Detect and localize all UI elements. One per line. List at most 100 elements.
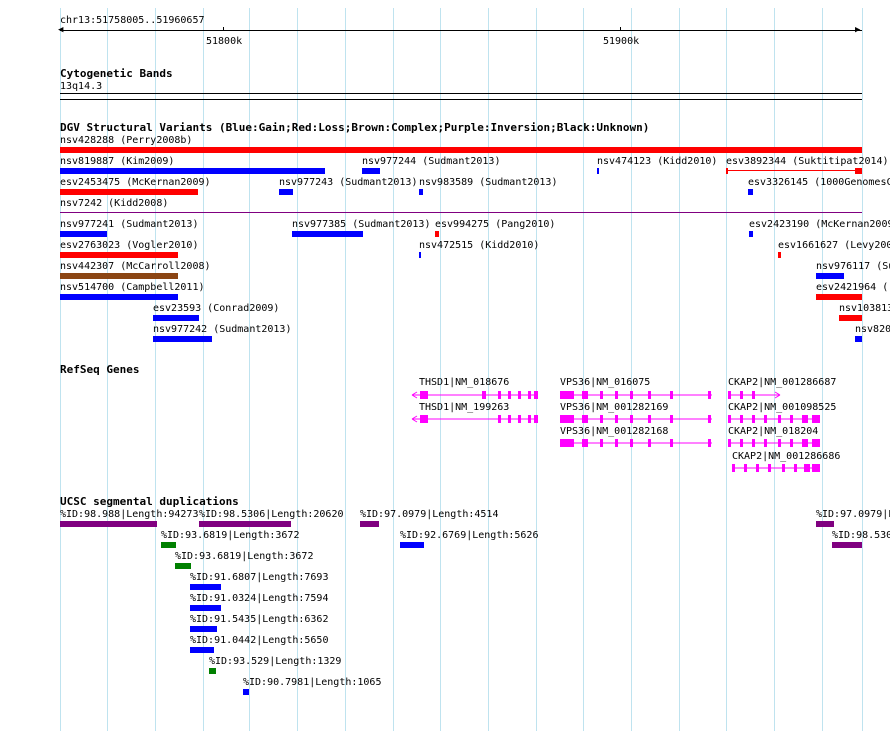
segdup-feature-label[interactable]: %ID:93.529|Length:1329: [209, 656, 341, 667]
refseq-track-title[interactable]: RefSeq Genes: [60, 364, 139, 376]
segdup-feature-label[interactable]: %ID:91.0442|Length:5650: [190, 635, 328, 646]
gene-label[interactable]: VPS36|NM_016075: [560, 377, 650, 388]
dgv-feature-label[interactable]: nsv472515 (Kidd2010): [419, 240, 539, 251]
dgv-feature-bar[interactable]: [855, 168, 862, 174]
segdup-feature-bar[interactable]: [60, 521, 157, 527]
dgv-feature-label[interactable]: nsv428288 (Perry2008b): [60, 135, 192, 146]
gene-model[interactable]: [560, 413, 715, 425]
segdup-feature-label[interactable]: %ID:90.7981|Length:1065: [243, 677, 381, 688]
dgv-feature-bar[interactable]: [60, 273, 178, 279]
gene-model[interactable]: [728, 389, 788, 401]
dgv-feature-label[interactable]: nsv514700 (Campbell2011): [60, 282, 205, 293]
dgv-feature-label[interactable]: nsv977241 (Sudmant2013): [60, 219, 198, 230]
segdup-feature-label[interactable]: %ID:97.0979|L: [816, 509, 890, 520]
segdup-track-title[interactable]: UCSC segmental duplications: [60, 496, 239, 508]
dgv-feature-bar[interactable]: [726, 168, 728, 174]
dgv-track-title[interactable]: DGV Structural Variants (Blue:Gain;Red:L…: [60, 122, 649, 134]
dgv-feature-bar[interactable]: [419, 189, 423, 195]
segdup-feature-label[interactable]: %ID:93.6819|Length:3672: [175, 551, 313, 562]
segdup-feature-bar[interactable]: [360, 521, 379, 527]
gene-label[interactable]: CKAP2|NM_001098525: [728, 402, 836, 413]
dgv-feature-label[interactable]: esv3326145 (1000GenomesC: [748, 177, 890, 188]
segdup-feature-bar[interactable]: [190, 626, 217, 632]
gene-model[interactable]: [560, 437, 715, 449]
gene-label[interactable]: VPS36|NM_001282168: [560, 426, 668, 437]
segdup-feature-bar[interactable]: [190, 647, 214, 653]
dgv-feature-bar[interactable]: [597, 168, 599, 174]
dgv-feature-bar[interactable]: [153, 315, 199, 321]
dgv-feature-label[interactable]: esv3892344 (Suktitipat2014): [726, 156, 889, 167]
segdup-feature-bar[interactable]: [816, 521, 834, 527]
dgv-feature-bar[interactable]: [816, 294, 862, 300]
dgv-feature-bar[interactable]: [816, 273, 844, 279]
dgv-feature-bar[interactable]: [60, 212, 862, 213]
gene-model[interactable]: [732, 462, 832, 474]
dgv-feature-label[interactable]: esv1661627 (Levy200: [778, 240, 890, 251]
dgv-feature-bar[interactable]: [292, 231, 363, 237]
dgv-feature-label[interactable]: nsv977243 (Sudmant2013): [279, 177, 417, 188]
dgv-feature-bar[interactable]: [855, 336, 862, 342]
gene-label[interactable]: VPS36|NM_001282169: [560, 402, 668, 413]
dgv-feature-bar[interactable]: [749, 231, 753, 237]
dgv-feature-label[interactable]: nsv820: [855, 324, 890, 335]
dgv-feature-label[interactable]: nsv977244 (Sudmant2013): [362, 156, 500, 167]
segdup-feature-label[interactable]: %ID:98.5306|Length:20620: [199, 509, 344, 520]
dgv-feature-bar[interactable]: [279, 189, 293, 195]
dgv-feature-label[interactable]: esv23593 (Conrad2009): [153, 303, 279, 314]
segdup-feature-bar[interactable]: [400, 542, 424, 548]
dgv-feature-label[interactable]: esv2421964 (: [816, 282, 888, 293]
segdup-feature-label[interactable]: %ID:92.6769|Length:5626: [400, 530, 538, 541]
dgv-feature-label[interactable]: esv994275 (Pang2010): [435, 219, 555, 230]
dgv-feature-bar[interactable]: [60, 147, 862, 153]
segdup-feature-label[interactable]: %ID:98.988|Length:94273: [60, 509, 198, 520]
segdup-feature-label[interactable]: %ID:97.0979|Length:4514: [360, 509, 498, 520]
dgv-feature-label[interactable]: esv2763023 (Vogler2010): [60, 240, 198, 251]
segdup-feature-bar[interactable]: [190, 605, 221, 611]
gene-model[interactable]: [411, 389, 542, 401]
dgv-feature-bar[interactable]: [153, 336, 212, 342]
cytoband-track-title[interactable]: Cytogenetic Bands: [60, 68, 173, 80]
segdup-feature-bar[interactable]: [190, 584, 221, 590]
dgv-feature-label[interactable]: esv2423190 (McKernan2009: [749, 219, 890, 230]
dgv-feature-label[interactable]: nsv442307 (McCarroll2008): [60, 261, 211, 272]
scroll-left-icon[interactable]: ◀: [58, 26, 63, 35]
gene-label[interactable]: THSD1|NM_199263: [419, 402, 509, 413]
dgv-feature-bar[interactable]: [419, 252, 421, 258]
dgv-feature-bar[interactable]: [435, 231, 439, 237]
segdup-feature-bar[interactable]: [209, 668, 216, 674]
dgv-feature-bar[interactable]: [60, 231, 107, 237]
gene-label[interactable]: CKAP2|NM_001286686: [732, 451, 840, 462]
segdup-feature-label[interactable]: %ID:91.5435|Length:6362: [190, 614, 328, 625]
segdup-feature-label[interactable]: %ID:91.6807|Length:7693: [190, 572, 328, 583]
dgv-feature-label[interactable]: nsv976117 (Su: [816, 261, 890, 272]
dgv-feature-label[interactable]: nsv977385 (Sudmant2013): [292, 219, 430, 230]
segdup-feature-bar[interactable]: [175, 563, 191, 569]
dgv-feature-bar[interactable]: [778, 252, 781, 258]
segdup-feature-label[interactable]: %ID:91.0324|Length:7594: [190, 593, 328, 604]
gene-label[interactable]: CKAP2|NM_001286687: [728, 377, 836, 388]
dgv-feature-bar[interactable]: [748, 189, 753, 195]
segdup-feature-label[interactable]: %ID:98.530: [832, 530, 890, 541]
dgv-feature-label[interactable]: nsv977242 (Sudmant2013): [153, 324, 291, 335]
dgv-feature-bar[interactable]: [839, 315, 862, 321]
segdup-feature-bar[interactable]: [832, 542, 862, 548]
gene-label[interactable]: THSD1|NM_018676: [419, 377, 509, 388]
dgv-feature-bar[interactable]: [362, 168, 380, 174]
segdup-feature-bar[interactable]: [199, 521, 291, 527]
dgv-feature-label[interactable]: esv2453475 (McKernan2009): [60, 177, 211, 188]
dgv-feature-label[interactable]: nsv819887 (Kim2009): [60, 156, 174, 167]
dgv-feature-bar[interactable]: [60, 252, 178, 258]
gene-model[interactable]: [728, 437, 828, 449]
segdup-feature-bar[interactable]: [161, 542, 176, 548]
dgv-feature-connector[interactable]: [726, 170, 858, 171]
dgv-feature-label[interactable]: nsv7242 (Kidd2008): [60, 198, 168, 209]
dgv-feature-label[interactable]: nsv474123 (Kidd2010): [597, 156, 717, 167]
segdup-feature-label[interactable]: %ID:93.6819|Length:3672: [161, 530, 299, 541]
dgv-feature-label[interactable]: nsv103813: [839, 303, 890, 314]
dgv-feature-label[interactable]: nsv983589 (Sudmant2013): [419, 177, 557, 188]
dgv-feature-bar[interactable]: [60, 168, 325, 174]
gene-model[interactable]: [560, 389, 715, 401]
dgv-feature-bar[interactable]: [60, 189, 198, 195]
gene-model[interactable]: [411, 413, 542, 425]
gene-label[interactable]: CKAP2|NM_018204: [728, 426, 818, 437]
